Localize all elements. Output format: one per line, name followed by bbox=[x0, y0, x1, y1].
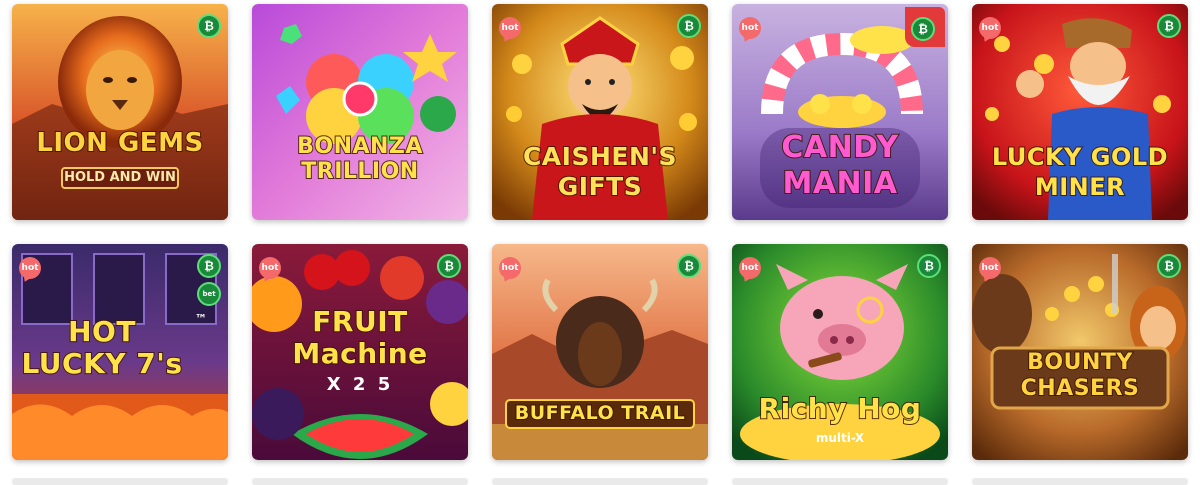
next-row-edge bbox=[252, 478, 468, 485]
game-title: LION GEMS bbox=[35, 127, 204, 159]
bitcoin-icon: ₿ bbox=[917, 254, 941, 278]
game-tile-hot-lucky-7s[interactable]: HOT LUCKY 7's ™ hot ₿ bet bbox=[12, 244, 228, 460]
game-tile-fruit-machine-x25[interactable]: FRUIT Machine X 2 5 hot ₿ bbox=[252, 244, 468, 460]
next-row-edge bbox=[972, 478, 1188, 485]
games-grid: LION GEMS HOLD AND WIN ₿ BONANZA TRILLIO… bbox=[0, 0, 1200, 485]
dice-corner-badge: ₿ bbox=[905, 7, 945, 47]
bitcoin-icon: ₿ bbox=[437, 254, 461, 278]
game-title: HOT LUCKY 7's bbox=[20, 315, 183, 381]
hot-speech-bubble-icon: hot bbox=[259, 257, 281, 279]
bitcoin-icon: ₿ bbox=[1157, 254, 1181, 278]
hot-speech-bubble-icon: hot bbox=[979, 257, 1001, 279]
next-row-edge bbox=[732, 478, 948, 485]
hot-speech-bubble-icon: hot bbox=[739, 257, 761, 279]
bet-icon: bet bbox=[197, 282, 221, 306]
game-tile-lion-gems[interactable]: LION GEMS HOLD AND WIN ₿ bbox=[12, 4, 228, 220]
trademark-mark: ™ bbox=[195, 312, 207, 326]
buffalo-trail-artwork bbox=[492, 244, 708, 460]
game-title: BONANZA TRILLION bbox=[296, 133, 423, 185]
game-tile-lucky-gold-miner[interactable]: LUCKY GOLD MINER hot ₿ bbox=[972, 4, 1188, 220]
game-tile-candy-mania[interactable]: CANDY MANIA hot ₿ bbox=[732, 4, 948, 220]
hot-speech-bubble-icon: hot bbox=[499, 257, 521, 279]
game-tile-richy-hog[interactable]: Richy Hog multi-X hot ₿ bbox=[732, 244, 948, 460]
game-title: LUCKY GOLD MINER bbox=[991, 142, 1169, 202]
game-tile-buffalo-trail[interactable]: BUFFALO TRAIL hot ₿ bbox=[492, 244, 708, 460]
bonanza-trillion-artwork bbox=[252, 4, 468, 220]
game-tile-bounty-chasers[interactable]: BOUNTY CHASERS hot ₿ bbox=[972, 244, 1188, 460]
hot-speech-bubble-icon: hot bbox=[979, 17, 1001, 39]
hot-speech-bubble-icon: hot bbox=[19, 257, 41, 279]
next-row-edge bbox=[12, 478, 228, 485]
hot-speech-bubble-icon: hot bbox=[499, 17, 521, 39]
game-tile-caishens-gifts[interactable]: CAISHEN'S GIFTS hot ₿ bbox=[492, 4, 708, 220]
richy-hog-artwork bbox=[732, 244, 948, 460]
hot-speech-bubble-icon: hot bbox=[739, 17, 761, 39]
game-title: CAISHEN'S GIFTS bbox=[522, 141, 678, 202]
bitcoin-icon: ₿ bbox=[197, 254, 221, 278]
game-subtitle: HOLD AND WIN bbox=[64, 170, 176, 185]
bitcoin-icon: ₿ bbox=[677, 254, 701, 278]
game-title: Richy Hog bbox=[758, 391, 922, 426]
bitcoin-icon: ₿ bbox=[1157, 14, 1181, 38]
lion-gems-artwork bbox=[12, 4, 228, 220]
game-title: CANDY MANIA bbox=[780, 129, 899, 202]
game-title: BUFFALO TRAIL bbox=[514, 401, 686, 425]
bitcoin-icon: ₿ bbox=[677, 14, 701, 38]
game-tile-bonanza-trillion[interactable]: BONANZA TRILLION bbox=[252, 4, 468, 220]
next-row-edge bbox=[492, 478, 708, 485]
game-title: FRUIT Machine bbox=[291, 305, 428, 371]
bitcoin-icon: ₿ bbox=[911, 17, 935, 41]
game-subtitle: X 2 5 bbox=[326, 374, 394, 395]
bitcoin-icon: ₿ bbox=[197, 14, 221, 38]
game-subtitle: multi-X bbox=[815, 431, 865, 445]
game-title: BOUNTY CHASERS bbox=[1020, 349, 1140, 402]
